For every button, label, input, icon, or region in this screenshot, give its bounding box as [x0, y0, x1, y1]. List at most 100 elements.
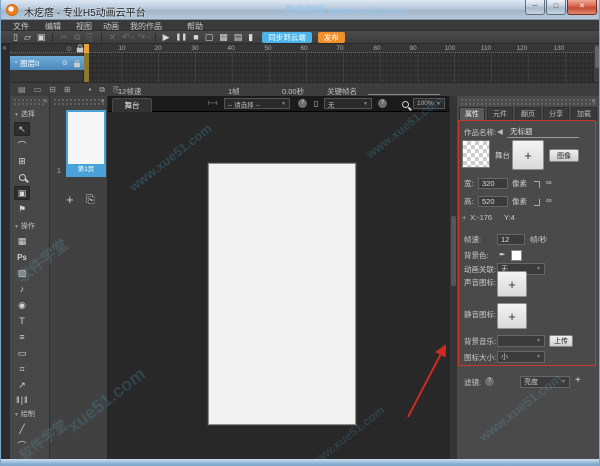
filter-help-icon[interactable]: ?: [485, 377, 494, 386]
frame-preview-icon[interactable]: ▤: [234, 32, 243, 43]
line-tool-icon[interactable]: ╱: [14, 422, 30, 436]
lasso-tool-icon[interactable]: ⌒: [14, 138, 30, 152]
link-width-icon[interactable]: ∞: [546, 178, 552, 187]
filter-dropdown[interactable]: 亮度▼: [520, 376, 570, 388]
timeline-frames-grid[interactable]: [85, 53, 594, 82]
link-height-icon[interactable]: ∞: [546, 196, 552, 205]
photoshop-tool-icon[interactable]: Ps: [14, 250, 30, 264]
paragraph-tool-icon[interactable]: ≡: [14, 330, 30, 344]
tab-loading[interactable]: 加载: [571, 107, 597, 121]
fit-width-icon[interactable]: ⊢⊣: [208, 100, 216, 107]
timeline-ruler[interactable]: ⊙ 10 20 30 40 50 60 70 80 90 100 110 120…: [10, 44, 594, 53]
publish-button[interactable]: 发布: [318, 32, 345, 43]
audio-tool-icon[interactable]: ♪: [14, 282, 30, 296]
element-select-dropdown[interactable]: -- 请选择 --▼: [224, 98, 290, 109]
frame-folder-icon[interactable]: ▭: [34, 85, 42, 94]
copy-icon[interactable]: ⧉: [74, 32, 80, 43]
new-icon[interactable]: ▯: [13, 32, 18, 43]
layer-name[interactable]: 图层0: [20, 58, 39, 69]
dropper-icon[interactable]: ✒: [499, 250, 505, 259]
marquee-tool-icon[interactable]: ⊞: [14, 154, 30, 168]
icon-size-dropdown[interactable]: 小▼: [497, 351, 545, 363]
add-stage-image-button[interactable]: +: [512, 140, 544, 170]
height-input[interactable]: 520: [478, 196, 508, 207]
movie-tool-icon[interactable]: ◉: [14, 298, 30, 312]
redo-caret-icon[interactable]: ⌄: [146, 34, 150, 40]
redo-icon[interactable]: ↷: [138, 32, 146, 43]
stop-icon[interactable]: ■: [193, 32, 198, 43]
properties-panel-handle[interactable]: [460, 98, 597, 105]
filter-add-button[interactable]: +: [575, 375, 581, 386]
device-dropdown[interactable]: 无▼: [324, 98, 372, 109]
presentation-tool-icon[interactable]: ▭: [14, 346, 30, 360]
image-tool-icon[interactable]: ▧: [14, 266, 30, 280]
stage-transparency-thumb[interactable]: [462, 140, 490, 168]
close-button[interactable]: ✕: [567, 0, 597, 15]
tab-properties[interactable]: 属性: [459, 107, 485, 121]
preview-monitor-icon[interactable]: ▢: [205, 32, 214, 43]
properties-panel-close-icon[interactable]: ✕: [591, 98, 596, 105]
help-icon[interactable]: ?: [298, 99, 307, 108]
add-page-button[interactable]: +: [66, 192, 74, 207]
pages-panel-close-icon[interactable]: ✕: [100, 98, 105, 105]
mute-icon-add-button[interactable]: +: [497, 303, 527, 329]
zoom-tool-icon[interactable]: [14, 170, 30, 184]
ruler-lock-icon[interactable]: [77, 48, 83, 53]
cut-icon[interactable]: ✂: [60, 32, 68, 43]
maximize-button[interactable]: □: [546, 0, 566, 15]
qrcode-icon[interactable]: ▦: [219, 32, 228, 43]
pause-icon[interactable]: ❚❚: [176, 32, 188, 43]
counter-tool-icon[interactable]: ⌗: [14, 362, 30, 376]
stage-tab[interactable]: 舞台: [112, 98, 152, 112]
text-tool-icon[interactable]: T: [14, 314, 30, 328]
undo-caret-icon[interactable]: ⌄: [131, 34, 135, 40]
guide-tool-icon[interactable]: ⚑: [14, 202, 30, 216]
delete-frame-icon[interactable]: ⊟: [49, 85, 56, 94]
work-name-input[interactable]: 无标题: [507, 127, 579, 138]
layer-eye-icon[interactable]: ⊙: [62, 59, 68, 67]
layer-row[interactable]: ▪ 图层0 ⊙: [10, 56, 84, 70]
bgm-dropdown[interactable]: ▼: [497, 335, 545, 347]
ruler-eye-icon[interactable]: ⊙: [66, 45, 72, 53]
frame-select-tool-icon[interactable]: ▣: [14, 186, 30, 200]
framerate-input[interactable]: 12: [497, 234, 525, 245]
delete-icon[interactable]: ✕: [109, 32, 117, 43]
chart-tool-icon[interactable]: ↗: [14, 378, 30, 392]
canvas-scrollbar[interactable]: [449, 96, 457, 459]
paste-icon[interactable]: ⎘: [86, 32, 93, 43]
width-input[interactable]: 320: [478, 178, 508, 189]
timeline-close-icon[interactable]: ✕: [2, 45, 7, 52]
section-select[interactable]: ▼ 选择: [14, 109, 49, 119]
duplicate-frame-icon[interactable]: ⊞: [64, 85, 71, 94]
playhead-marker[interactable]: [84, 44, 89, 53]
layer-lock-icon[interactable]: [74, 63, 80, 68]
minimize-button[interactable]: ─: [525, 0, 545, 15]
copy-page-button[interactable]: ⎘: [86, 194, 95, 207]
page-thumbnail[interactable]: 第1页: [66, 110, 106, 177]
tab-share[interactable]: 分享: [543, 107, 569, 121]
sync-to-cloud-button[interactable]: 同步到云端: [262, 32, 312, 43]
play-icon[interactable]: ▶: [163, 32, 170, 43]
tools-panel-close-icon[interactable]: ✕: [43, 98, 48, 105]
save-icon[interactable]: ▣: [37, 32, 46, 43]
tab-pageflip[interactable]: 翻页: [515, 107, 541, 121]
phone-preview-icon[interactable]: ▮: [248, 32, 253, 43]
sound-icon-add-button[interactable]: +: [497, 271, 527, 297]
keyframe-name-input[interactable]: [368, 94, 440, 95]
solid-frame-icon[interactable]: ▪: [89, 85, 92, 94]
help-icon[interactable]: ?: [378, 99, 387, 108]
bgcolor-swatch[interactable]: [511, 250, 522, 261]
zoom-dropdown[interactable]: 100%▼: [413, 98, 445, 109]
section-operate[interactable]: ▼ 操作: [14, 221, 49, 231]
new-frame-icon[interactable]: ▤: [18, 85, 26, 94]
select-tool-icon[interactable]: ↖: [14, 122, 30, 136]
curve-tool-icon[interactable]: ⌒: [14, 438, 30, 452]
tab-components[interactable]: 元件: [487, 107, 513, 121]
undo-icon[interactable]: ↶: [122, 32, 130, 43]
canvas-area[interactable]: 舞台 ⊢⊣ -- 请选择 --▼ ? ▯ 无▼ ? 100%▼ ?: [108, 96, 449, 459]
image-button[interactable]: 图像: [549, 149, 579, 162]
pages-panel-handle[interactable]: [53, 98, 104, 105]
open-icon[interactable]: ▱: [24, 32, 31, 43]
barcode-tool-icon[interactable]: ‖|‖: [16, 395, 49, 405]
stage-artboard[interactable]: [208, 163, 356, 425]
